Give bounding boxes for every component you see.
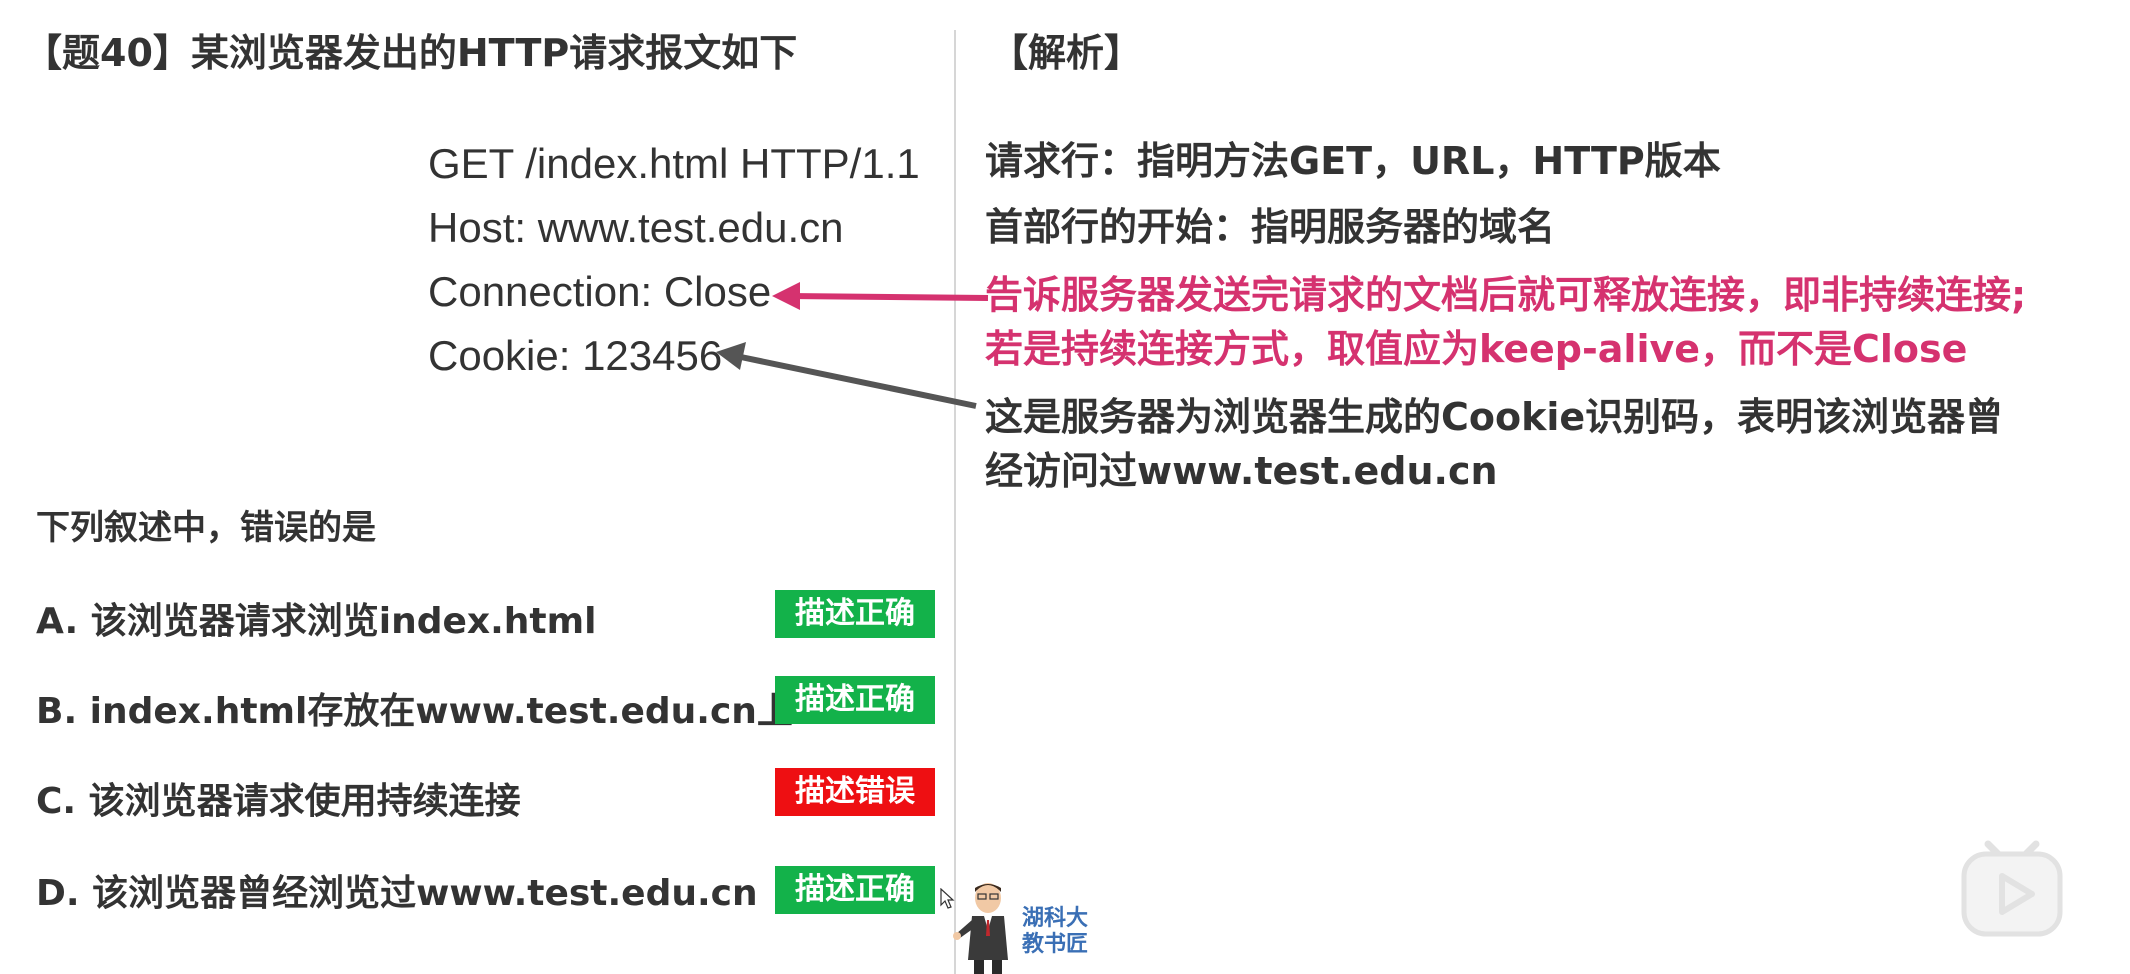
- teacher-avatar: [953, 883, 1008, 974]
- connection-arrow: [772, 282, 989, 310]
- mascot-label-line1: 湖科大: [1022, 906, 1089, 931]
- cookie-arrow: [716, 342, 977, 409]
- mascot-label-line2: 教书匠: [1022, 932, 1089, 957]
- annotation-arrows: [716, 282, 989, 409]
- slide: 【题40】某浏览器发出的HTTP请求报文如下 GET /index.html H…: [0, 0, 2130, 974]
- mascot-label: 湖科大 教书匠: [1022, 906, 1088, 958]
- play-icon[interactable]: [1958, 836, 2066, 940]
